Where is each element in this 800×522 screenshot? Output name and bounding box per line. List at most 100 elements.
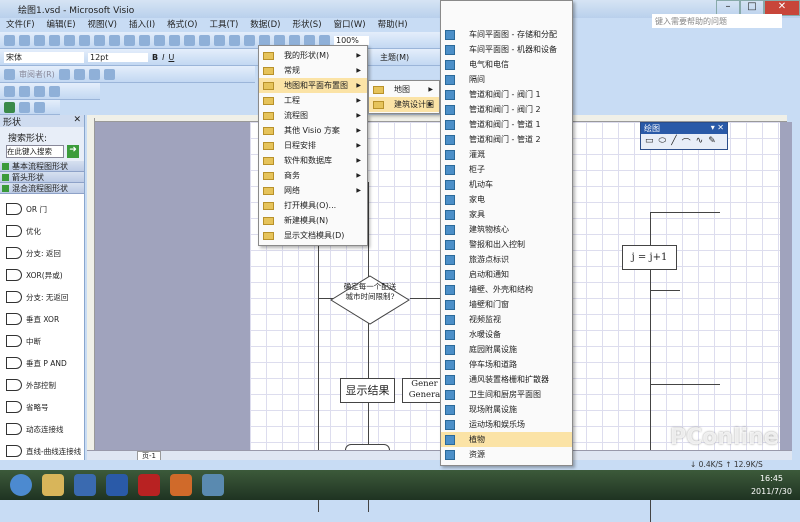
stencil-menu-item[interactable]: 现场附属设施 (441, 402, 572, 417)
shape-item[interactable]: 优化 (0, 220, 84, 242)
zoom-select[interactable]: 100% (334, 35, 369, 45)
shape-item[interactable]: 分支: 返回 (0, 242, 84, 264)
stencil-menu-item[interactable]: 墙壁和门窗 (441, 297, 572, 312)
menu-item[interactable]: 编辑(E) (47, 18, 76, 32)
stencil-menu-item[interactable]: 启动和通知 (441, 267, 572, 282)
stencil-menu-item[interactable]: 车间平面图 - 存储和分配 (441, 27, 572, 42)
font-select[interactable]: 宋体 (4, 51, 84, 63)
freeform-tool-icon[interactable]: ∿ (696, 136, 704, 149)
stencil-menu-item[interactable]: 停车场和道路 (441, 357, 572, 372)
stencil-menu-item[interactable]: 资源 (441, 447, 572, 462)
stencil-menu-item[interactable]: 建筑物核心 (441, 222, 572, 237)
menu-item[interactable]: 显示文档模具(D) (259, 228, 367, 243)
menu-item[interactable]: 我的形状(M) ▶ (259, 48, 367, 63)
stencil-menu-item[interactable]: 墙壁、外壳和结构 (441, 282, 572, 297)
close-icon[interactable]: ✕ (73, 115, 84, 125)
menu-item[interactable]: 数据(D) (250, 18, 280, 32)
pencil-tool-icon[interactable]: ✎ (708, 136, 716, 149)
stencil-menu-item[interactable]: 隔间 (441, 72, 572, 87)
menu-item[interactable]: 工具(T) (209, 18, 238, 32)
shape-item[interactable]: 动态连接线 (0, 418, 84, 440)
stencil-menu-item[interactable]: 机动车 (441, 177, 572, 192)
shape-item[interactable]: 外部控制 (0, 374, 84, 396)
menu-item[interactable]: 地图和平面布置图 ▶ (259, 78, 367, 93)
reviewer-button[interactable]: 审阅者(R) (19, 69, 55, 80)
stencil-menu-item[interactable]: 通风装置格栅和扩散器 (441, 372, 572, 387)
taskbar-visio[interactable] (74, 474, 96, 496)
stencil-menu-item[interactable]: 车间平面图 - 机器和设备 (441, 42, 572, 57)
menu-item[interactable]: 流程图 ▶ (259, 108, 367, 123)
stencil-menu-item[interactable]: 家具 (441, 207, 572, 222)
taskbar-acrobat[interactable] (138, 474, 160, 496)
stencil-tab[interactable]: 混合流程图形状 (0, 183, 84, 194)
stencil-menu-item[interactable]: 庭园附属设施 (441, 342, 572, 357)
theme-button[interactable]: 主题(M) (380, 52, 409, 63)
menu-item[interactable]: 文件(F) (6, 18, 35, 32)
close-icon[interactable]: ▾ ✕ (711, 123, 727, 132)
size-select[interactable]: 12pt (88, 52, 148, 62)
stencil-menu-item[interactable]: 运动场和娱乐场 (441, 417, 572, 432)
menu-item[interactable]: 建筑设计图 ▶ (369, 97, 439, 112)
line-tool-icon[interactable]: ╱ (671, 136, 676, 149)
stencil-menu-item[interactable]: 卫生间和厨房平面图 (441, 387, 572, 402)
menu-item[interactable]: 常规 ▶ (259, 63, 367, 78)
taskbar-app[interactable] (202, 474, 224, 496)
menu-item[interactable]: 插入(I) (129, 18, 155, 32)
menu-item[interactable]: 格式(O) (167, 18, 197, 32)
shape-item[interactable]: 垂直 P AND (0, 352, 84, 374)
stencil-menu-item[interactable]: 警报和出入控制 (441, 237, 572, 252)
shape-item[interactable]: 直线-曲线连接线 (0, 440, 84, 462)
stencil-menu-item[interactable]: 家电 (441, 192, 572, 207)
stencil-menu-item[interactable]: 灌溉 (441, 147, 572, 162)
shape-item[interactable]: OR 门 (0, 198, 84, 220)
stencil-menu-item[interactable]: 旅游点标识 (441, 252, 572, 267)
stencil-tab[interactable]: 基本流程图形状 (0, 161, 84, 172)
menu-item[interactable]: 地图 ▶ (369, 82, 439, 97)
stencil-menu-item[interactable]: 视频监视 (441, 312, 572, 327)
toolbar-5 (0, 100, 60, 115)
increment-box[interactable]: j = j+1 (622, 245, 677, 270)
shape-item[interactable]: XOR(异或) (0, 264, 84, 286)
stencil-menu-item[interactable]: 植物 (441, 432, 572, 447)
menu-item[interactable]: 网络 ▶ (259, 183, 367, 198)
menu-item[interactable]: 日程安排 ▶ (259, 138, 367, 153)
menu-item[interactable]: 其他 Visio 方案 ▶ (259, 123, 367, 138)
rectangle-tool-icon[interactable]: ▭ (645, 136, 654, 149)
stencil-menu-item[interactable]: 管道和阀门 - 管道 1 (441, 117, 572, 132)
menu-item[interactable]: 软件和数据库 ▶ (259, 153, 367, 168)
help-search-input[interactable]: 键入需要帮助的问题 (652, 14, 782, 28)
menu-item[interactable]: 窗口(W) (334, 18, 366, 32)
arc-tool-icon[interactable]: ⌒ (682, 136, 691, 149)
stencil-menu-item[interactable]: 管道和阀门 - 管道 2 (441, 132, 572, 147)
menu-item[interactable]: 新建模具(N) (259, 213, 367, 228)
stencil-menu-item[interactable]: 管道和阀门 - 阀门 1 (441, 87, 572, 102)
shape-item[interactable]: 中断 (0, 330, 84, 352)
clock[interactable]: 16:45 2011/7/30 (751, 472, 792, 498)
taskbar-powerpoint[interactable] (170, 474, 192, 496)
start-button[interactable] (10, 474, 32, 496)
italic-button[interactable]: I (162, 53, 164, 62)
search-go-button[interactable]: ➜ (67, 145, 79, 158)
menu-item[interactable]: 视图(V) (88, 18, 117, 32)
stencil-menu-item[interactable]: 管道和阀门 - 阀门 2 (441, 102, 572, 117)
ellipse-tool-icon[interactable]: ⬭ (659, 136, 667, 149)
shape-item[interactable]: 省略号 (0, 396, 84, 418)
shape-search-input[interactable]: 在此键入搜索 (6, 145, 64, 158)
shapes-title: 形状 (3, 118, 22, 128)
shape-item[interactable]: 分支: 无返回 (0, 286, 84, 308)
menu-item[interactable]: 形状(S) (292, 18, 321, 32)
menu-item[interactable]: 工程 ▶ (259, 93, 367, 108)
menu-item[interactable]: 帮助(H) (378, 18, 408, 32)
underline-button[interactable]: U (168, 53, 174, 62)
stencil-menu-item[interactable]: 水暖设备 (441, 327, 572, 342)
taskbar-explorer[interactable] (42, 474, 64, 496)
stencil-tab[interactable]: 箭头形状 (0, 172, 84, 183)
menu-item[interactable]: 打开模具(O)... (259, 198, 367, 213)
shape-item[interactable]: 垂直 XOR (0, 308, 84, 330)
bold-button[interactable]: B (152, 53, 158, 62)
result-box[interactable]: 显示结果 (340, 378, 395, 403)
taskbar-word[interactable] (106, 474, 128, 496)
stencil-menu-item[interactable]: 柜子 (441, 162, 572, 177)
menu-item[interactable]: 商务 ▶ (259, 168, 367, 183)
stencil-menu-item[interactable]: 电气和电信 (441, 57, 572, 72)
